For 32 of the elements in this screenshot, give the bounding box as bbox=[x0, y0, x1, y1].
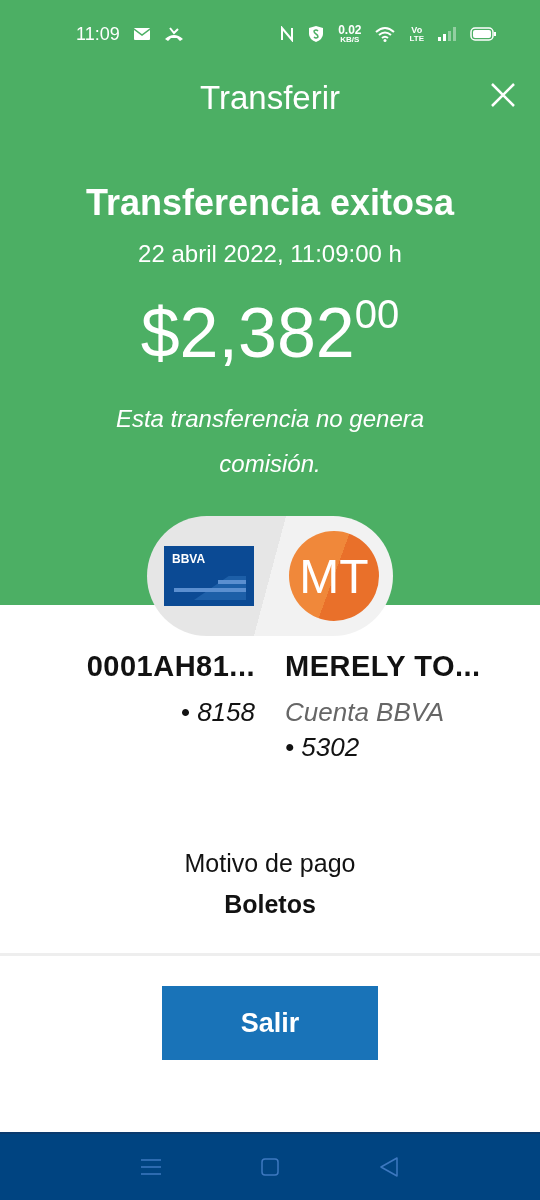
missed-call-icon bbox=[163, 26, 184, 42]
reason-value: Boletos bbox=[224, 890, 316, 919]
close-icon bbox=[490, 82, 516, 108]
recipient-account-number: • 5302 bbox=[285, 732, 360, 763]
nfc-icon bbox=[280, 26, 295, 42]
mail-icon bbox=[133, 28, 150, 40]
recipient-name: MERELY TO... bbox=[285, 650, 481, 683]
origin-account-number: • 8158 bbox=[180, 697, 255, 728]
data-unit: KB/S bbox=[340, 36, 360, 44]
success-heading: Transferencia exitosa bbox=[84, 182, 456, 224]
menu-icon[interactable] bbox=[141, 1159, 161, 1175]
reason-label: Motivo de pago bbox=[184, 849, 356, 878]
data-speed: 0.02 bbox=[338, 24, 362, 36]
shield-icon bbox=[308, 25, 325, 43]
transfer-date: 22 abril 2022, 11:09:00 h bbox=[137, 240, 403, 268]
battery-icon bbox=[470, 27, 496, 41]
lte-label: LTE bbox=[409, 34, 424, 43]
commission-note: Esta transferencia no genera comisión. bbox=[114, 404, 426, 479]
card-brand: BBVA bbox=[172, 552, 207, 566]
recipient-bank: Cuenta BBVA bbox=[285, 697, 444, 728]
card-stripes-icon bbox=[174, 576, 246, 600]
page-title: Transferir bbox=[200, 79, 340, 117]
origin-account-name: 0001AH81... bbox=[86, 650, 255, 683]
transfer-amount: $2,382$^{00}$ bbox=[139, 298, 401, 368]
back-icon[interactable] bbox=[379, 1157, 399, 1177]
home-icon[interactable] bbox=[261, 1158, 279, 1176]
wifi-icon bbox=[375, 26, 396, 42]
recipient-avatar: MT bbox=[289, 531, 379, 621]
volte-label: Vo bbox=[411, 25, 423, 35]
status-time: 11:09 bbox=[76, 23, 120, 45]
exit-button[interactable]: Salir bbox=[162, 986, 378, 1060]
signal-icon bbox=[438, 27, 456, 41]
